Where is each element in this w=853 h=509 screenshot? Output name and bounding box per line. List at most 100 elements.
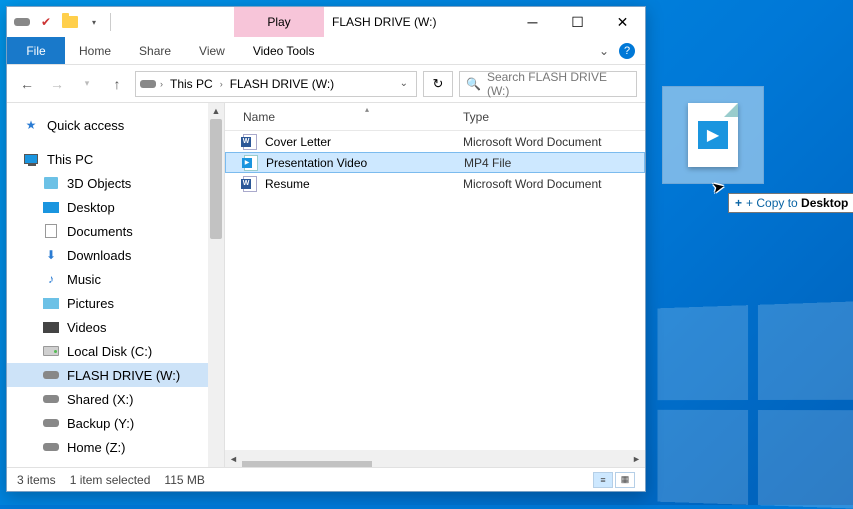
music-icon: ♪ (43, 272, 59, 286)
search-placeholder: Search FLASH DRIVE (W:) (487, 70, 630, 98)
file-row[interactable]: ResumeMicrosoft Word Document (225, 173, 645, 194)
sidebar-this-pc[interactable]: This PC (7, 147, 224, 171)
drive-icon (140, 77, 156, 91)
scroll-right-icon[interactable]: ► (628, 450, 645, 467)
sidebar-quick-access[interactable]: ★ Quick access (7, 113, 224, 137)
sidebar-item-label: Home (Z:) (67, 440, 126, 455)
tab-share[interactable]: Share (125, 37, 185, 64)
forward-button[interactable]: → (45, 72, 69, 96)
breadcrumb-this-pc[interactable]: This PC (167, 77, 216, 91)
sidebar-item-label: Backup (Y:) (67, 416, 134, 431)
file-row[interactable]: Cover LetterMicrosoft Word Document (225, 131, 645, 152)
sidebar-item-pictures[interactable]: Pictures (7, 291, 224, 315)
column-header-name[interactable]: Name (225, 110, 457, 124)
sidebar-item-label: Shared (X:) (67, 392, 133, 407)
sidebar-item-label: Quick access (47, 118, 124, 133)
sidebar-item-label: Local Disk (C:) (67, 344, 152, 359)
pc-icon (23, 152, 39, 166)
sidebar-scrollbar[interactable]: ▲ (208, 103, 224, 467)
scroll-thumb[interactable] (242, 461, 372, 468)
help-icon[interactable]: ? (619, 43, 635, 59)
ghost-file-icon: ▶ (688, 103, 738, 167)
scroll-up-icon[interactable]: ▲ (208, 103, 224, 119)
back-button[interactable]: ← (15, 72, 39, 96)
sidebar-item-label: Videos (67, 320, 107, 335)
tooltip-text: + Copy to Desktop (746, 196, 848, 210)
pictures-icon (43, 296, 59, 310)
status-item-count: 3 items (17, 473, 56, 487)
navigation-pane[interactable]: ▲ ★ Quick access This PC 3D Objects Desk… (7, 103, 225, 467)
documents-icon (43, 224, 59, 238)
sidebar-item-label: Downloads (67, 248, 131, 263)
sidebar-item-desktop[interactable]: Desktop (7, 195, 224, 219)
drive-icon (43, 416, 59, 430)
hdd-icon (43, 344, 59, 358)
chevron-right-icon[interactable]: › (160, 79, 163, 89)
tab-video-tools[interactable]: Video Tools (239, 37, 329, 64)
sidebar-item-3d-objects[interactable]: 3D Objects (7, 171, 224, 195)
sidebar-item-music[interactable]: ♪ Music (7, 267, 224, 291)
recent-dropdown-icon[interactable]: ▾ (75, 72, 99, 96)
play-icon: ▶ (698, 121, 728, 149)
sidebar-item-downloads[interactable]: ⬇ Downloads (7, 243, 224, 267)
column-headers[interactable]: ▴ Name Type (225, 103, 645, 131)
search-input[interactable]: 🔍 Search FLASH DRIVE (W:) (459, 71, 637, 97)
file-menu[interactable]: File (7, 37, 65, 64)
sidebar-item-backup[interactable]: Backup (Y:) (7, 411, 224, 435)
address-bar[interactable]: › This PC › FLASH DRIVE (W:) ⌄ (135, 71, 417, 97)
file-type: MP4 File (458, 156, 644, 170)
drag-ghost: ▶ (662, 86, 764, 184)
sidebar-item-label: Music (67, 272, 101, 287)
plus-icon: + (735, 196, 742, 210)
file-name: Presentation Video (266, 156, 367, 170)
minimize-button[interactable]: ─ (510, 7, 555, 37)
drop-tooltip: + + Copy to Desktop (728, 193, 853, 213)
usb-icon (43, 368, 59, 382)
sidebar-item-label: 3D Objects (67, 176, 131, 191)
tab-view[interactable]: View (185, 37, 239, 64)
address-dropdown-icon[interactable]: ⌄ (396, 78, 412, 89)
horizontal-scrollbar[interactable]: ◄ ► (225, 450, 645, 467)
up-button[interactable]: ↑ (105, 72, 129, 96)
column-header-type[interactable]: Type (457, 110, 645, 124)
app-icon[interactable] (11, 11, 33, 33)
sidebar-item-documents[interactable]: Documents (7, 219, 224, 243)
sidebar-item-videos[interactable]: Videos (7, 315, 224, 339)
view-thumbnails-button[interactable]: ▦ (615, 472, 635, 488)
refresh-button[interactable]: ↻ (423, 71, 453, 97)
file-name: Cover Letter (265, 135, 331, 149)
scroll-left-icon[interactable]: ◄ (225, 450, 242, 467)
chevron-right-icon[interactable]: › (220, 79, 223, 89)
qat-newfolder-icon[interactable] (59, 11, 81, 33)
close-button[interactable]: ✕ (600, 7, 645, 37)
titlebar[interactable]: ✔ ▾ Play FLASH DRIVE (W:) ─ ☐ ✕ (7, 7, 645, 37)
downloads-icon: ⬇ (43, 248, 59, 262)
ribbon-expand-icon[interactable]: ⌄ (599, 44, 609, 58)
sidebar-item-shared[interactable]: Shared (X:) (7, 387, 224, 411)
videos-icon (43, 320, 59, 334)
drive-icon (43, 392, 59, 406)
contextual-tab-play[interactable]: Play (234, 7, 324, 37)
sidebar-item-local-disk[interactable]: Local Disk (C:) (7, 339, 224, 363)
qat-dropdown-icon[interactable]: ▾ (83, 11, 105, 33)
sidebar-item-home[interactable]: Home (Z:) (7, 435, 224, 459)
status-bar: 3 items 1 item selected 115 MB ≡ ▦ (7, 467, 645, 491)
breadcrumb-drive[interactable]: FLASH DRIVE (W:) (227, 77, 337, 91)
maximize-button[interactable]: ☐ (555, 7, 600, 37)
tab-home[interactable]: Home (65, 37, 125, 64)
window-title: FLASH DRIVE (W:) (324, 7, 510, 37)
status-size: 115 MB (164, 473, 204, 487)
word-file-icon (243, 134, 257, 150)
sidebar-item-label: FLASH DRIVE (W:) (67, 368, 180, 383)
folder-icon (43, 176, 59, 190)
qat-properties-icon[interactable]: ✔ (35, 11, 57, 33)
quick-access-toolbar: ✔ ▾ (7, 7, 114, 37)
sidebar-item-label: Desktop (67, 200, 115, 215)
status-selection: 1 item selected (70, 473, 151, 487)
view-details-button[interactable]: ≡ (593, 472, 613, 488)
file-list-pane[interactable]: ▴ Name Type Cover LetterMicrosoft Word D… (225, 103, 645, 467)
file-name: Resume (265, 177, 310, 191)
file-row[interactable]: Presentation Video MP4 File (225, 152, 645, 173)
sidebar-item-flash-drive[interactable]: FLASH DRIVE (W:) (7, 363, 224, 387)
scroll-thumb[interactable] (210, 119, 222, 239)
